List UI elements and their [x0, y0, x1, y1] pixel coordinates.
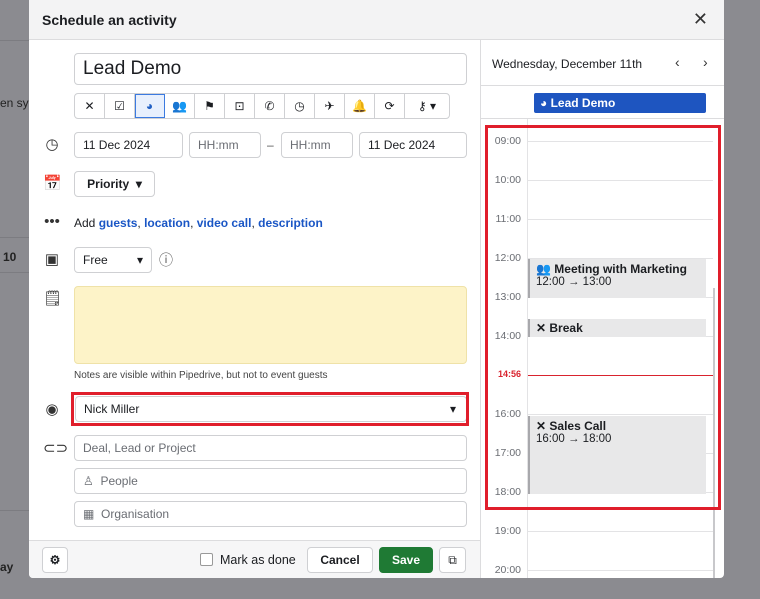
start-date-value: 11 Dec 2024	[83, 138, 151, 152]
activity-type-plane-button[interactable]: ✈	[315, 94, 345, 118]
availability-icon: ▣	[44, 251, 60, 268]
globe-icon: ◕	[540, 96, 551, 110]
activity-type-globe-button[interactable]: ◕	[135, 94, 165, 118]
bell-icon: 🔔	[352, 99, 367, 113]
save-button[interactable]: Save	[379, 547, 433, 573]
activity-type-checkbox-button[interactable]: ☑	[105, 94, 135, 118]
end-date-value: 11 Dec 2024	[368, 138, 436, 152]
inbox-icon: ⊡	[234, 99, 245, 113]
deal-lead-project-input[interactable]: Deal, Lead or Project	[74, 435, 467, 461]
phone-icon: ✆	[264, 99, 275, 113]
deal-placeholder: Deal, Lead or Project	[83, 441, 196, 455]
all-day-event-lead-demo[interactable]: ◕ Lead Demo	[534, 93, 706, 113]
checkbox-icon: ☑	[114, 99, 125, 113]
flag-icon: ⚑	[204, 99, 215, 113]
subject-input[interactable]: Lead Demo	[74, 53, 467, 85]
time-dash: –	[267, 138, 274, 152]
activity-type-people-button[interactable]: 👥	[165, 94, 195, 118]
start-time-placeholder: HH:mm	[198, 138, 239, 152]
user-icon: ◉	[45, 401, 59, 418]
highlight-calendar	[485, 125, 721, 510]
add-prefix: Add	[74, 216, 96, 230]
person-icon: ♙	[83, 474, 101, 488]
calendar-priority-icon: 📅	[43, 175, 62, 192]
calendar-date-heading: Wednesday, December 11th	[492, 57, 643, 71]
mark-done-checkbox[interactable]	[200, 553, 213, 566]
priority-label: Priority	[87, 177, 130, 191]
activity-type-repeat-button[interactable]: ⟳	[375, 94, 405, 118]
add-details-row: Add guests, location, video call, descri…	[74, 216, 323, 230]
subject-value: Lead Demo	[83, 58, 182, 79]
caret-down-icon: ▾	[136, 253, 143, 267]
hour-line	[527, 531, 713, 532]
cancel-button[interactable]: Cancel	[307, 547, 373, 573]
hour-line	[527, 570, 713, 571]
note-icon: 🗒	[43, 290, 63, 307]
end-date-input[interactable]: 11 Dec 2024	[359, 132, 467, 158]
stopwatch-icon: ◷	[294, 99, 305, 113]
next-day-button[interactable]: ›	[703, 54, 708, 70]
dialog-title: Schedule an activity	[42, 12, 177, 28]
bg-text: 10	[3, 250, 17, 264]
availability-value: Free	[83, 253, 108, 267]
info-icon[interactable]: ⓘ	[159, 250, 173, 270]
repeat-icon: ⟳	[384, 99, 395, 113]
activity-type-stopwatch-button[interactable]: ◷	[285, 94, 315, 118]
activity-type-key-button[interactable]: ⚷ ▾	[405, 94, 449, 118]
add-location-link[interactable]: location	[144, 216, 190, 230]
start-time-input[interactable]: HH:mm	[189, 132, 261, 158]
plane-icon: ✈	[324, 99, 335, 113]
add-guests-link[interactable]: guests	[99, 216, 138, 230]
settings-button[interactable]: ⚙	[42, 547, 68, 573]
hour-label: 19:00	[494, 525, 521, 537]
people-placeholder: People	[100, 474, 138, 488]
highlight-owner	[71, 392, 469, 426]
priority-dropdown[interactable]: Priority ▾	[74, 171, 155, 197]
caret-down-icon: ▾	[135, 177, 142, 191]
clock-icon: ◷	[45, 136, 59, 153]
building-icon: ▦	[83, 507, 102, 521]
prev-day-button[interactable]: ‹	[675, 54, 680, 70]
link-icon: ⊂⊃	[43, 440, 69, 457]
organisation-placeholder: Organisation	[101, 507, 170, 521]
activity-type-flag-button[interactable]: ⚑	[195, 94, 225, 118]
notes-hint: Notes are visible within Pipedrive, but …	[74, 370, 328, 381]
bg-text: en sy	[0, 96, 29, 110]
duplicate-button[interactable]: ⧉	[439, 547, 466, 573]
activity-type-toolbar: ✕ ☑ ◕ 👥 ⚑ ⊡ ✆ ◷ ✈ 🔔 ⟳ ⚷ ▾	[74, 93, 450, 119]
more-icon: •••	[44, 213, 60, 230]
start-date-input[interactable]: 11 Dec 2024	[74, 132, 183, 158]
close-icon[interactable]: ✕	[693, 9, 708, 30]
event-title: Lead Demo	[550, 96, 616, 110]
availability-dropdown[interactable]: Free ▾	[74, 247, 152, 273]
gear-icon: ⚙	[49, 553, 61, 567]
add-video-call-link[interactable]: video call	[197, 216, 252, 230]
mark-done-label[interactable]: Mark as done	[220, 553, 296, 567]
people-icon: 👥	[172, 99, 187, 113]
globe-icon: ◕	[145, 99, 154, 113]
activity-type-inbox-button[interactable]: ⊡	[225, 94, 255, 118]
bg-text: ay	[0, 560, 14, 574]
end-time-placeholder: HH:mm	[290, 138, 331, 152]
activity-type-bell-button[interactable]: 🔔	[345, 94, 375, 118]
key-icon: ⚷ ▾	[417, 99, 437, 113]
end-time-input[interactable]: HH:mm	[281, 132, 353, 158]
hour-label: 20:00	[494, 564, 521, 576]
utensils-icon: ✕	[84, 99, 95, 113]
copy-icon: ⧉	[448, 552, 457, 567]
dialog-header: Schedule an activity ✕	[29, 0, 724, 40]
organisation-input[interactable]: ▦ Organisation	[74, 501, 467, 527]
activity-type-utensils-button[interactable]: ✕	[75, 94, 105, 118]
people-input[interactable]: ♙ People	[74, 468, 467, 494]
activity-type-phone-button[interactable]: ✆	[255, 94, 285, 118]
add-description-link[interactable]: description	[258, 216, 323, 230]
notes-textarea[interactable]	[74, 286, 467, 364]
